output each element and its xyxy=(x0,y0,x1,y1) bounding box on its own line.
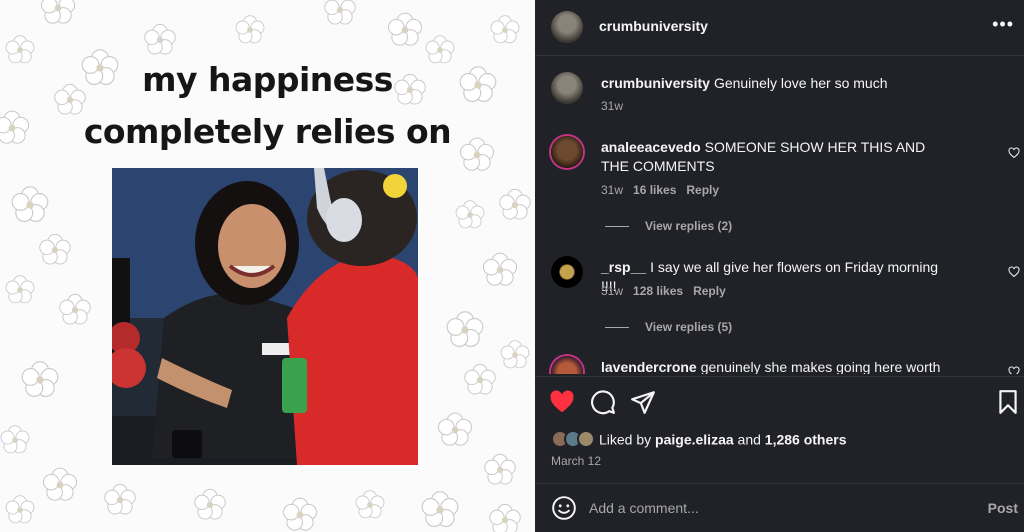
comment-username[interactable]: analeeacevedo xyxy=(601,139,701,155)
post-headline: my happiness completely relies on xyxy=(0,54,535,158)
comment-meta: 31w xyxy=(601,99,633,113)
avatar[interactable] xyxy=(551,136,583,168)
likes-summary: Liked by paige.elizaa and 1,286 others xyxy=(551,430,847,450)
likes-connector: and xyxy=(733,431,765,448)
heart-filled-icon[interactable] xyxy=(549,389,575,415)
comment-username[interactable]: lavendercrone xyxy=(601,359,697,374)
post-image[interactable]: my happiness completely relies on xyxy=(0,0,535,532)
post-photo xyxy=(112,168,418,465)
post-comment-button[interactable]: Post xyxy=(988,500,1018,516)
comment-time: 31w xyxy=(601,183,624,197)
comment-text: analeeacevedo SOMEONE SHOW HER THIS AND T… xyxy=(601,138,951,176)
likes-others-count[interactable]: 1,286 others xyxy=(765,431,847,447)
emoji-icon[interactable] xyxy=(551,495,577,521)
comment-time: 31w xyxy=(601,99,624,113)
liker-avatars[interactable] xyxy=(551,430,599,449)
avatar[interactable] xyxy=(551,72,583,104)
comment-username[interactable]: _rsp__ xyxy=(601,259,646,275)
heart-icon[interactable] xyxy=(1008,266,1020,278)
post-author-username[interactable]: crumbuniversity xyxy=(599,18,708,34)
headline-line-1: my happiness xyxy=(142,60,393,99)
comment-likes[interactable]: 16 likes xyxy=(633,183,676,197)
comment-body: Genuinely love her so much xyxy=(713,75,888,91)
comment-text: lavendercrone genuinely she makes going h… xyxy=(601,358,951,374)
avatar[interactable] xyxy=(551,256,583,288)
heart-icon[interactable] xyxy=(1008,366,1020,374)
liked-by-user[interactable]: paige.elizaa xyxy=(655,431,734,447)
view-replies-button[interactable]: View replies (5) xyxy=(605,320,732,334)
avatar[interactable] xyxy=(551,11,583,43)
comments-list[interactable]: crumbuniversity Genuinely love her so muc… xyxy=(535,56,1024,374)
likes-prefix: Liked by xyxy=(599,431,656,448)
bookmark-icon[interactable] xyxy=(995,389,1021,415)
comment-text: crumbuniversity Genuinely love her so muc… xyxy=(601,74,951,93)
comment-time: 31w xyxy=(601,284,624,298)
actions-divider xyxy=(535,376,1024,377)
comment-username[interactable]: crumbuniversity xyxy=(601,75,710,91)
add-comment-bar: Post xyxy=(535,484,1024,532)
heart-icon[interactable] xyxy=(1008,147,1020,159)
more-horizontal-icon[interactable]: ••• xyxy=(992,14,1014,35)
avatar[interactable] xyxy=(551,356,583,374)
post-date[interactable]: March 12 xyxy=(551,454,601,468)
post-header: crumbuniversity ••• xyxy=(535,0,1024,56)
comment-input[interactable] xyxy=(589,496,969,520)
action-bar xyxy=(535,385,1024,419)
view-replies-button[interactable]: View replies (2) xyxy=(605,219,732,233)
comment-meta: 31w 16 likes Reply xyxy=(601,183,729,197)
comment-likes[interactable]: 128 likes xyxy=(633,284,683,298)
comments-panel: crumbuniversity ••• crumbuniversity Genui… xyxy=(535,0,1024,532)
reply-button[interactable]: Reply xyxy=(693,284,726,298)
comment-meta: 31w 128 likes Reply xyxy=(601,284,736,298)
comment-icon[interactable] xyxy=(590,389,616,415)
headline-line-2: completely relies on xyxy=(83,112,452,151)
avatar xyxy=(577,430,595,449)
reply-button[interactable]: Reply xyxy=(686,183,719,197)
send-icon[interactable] xyxy=(630,389,656,415)
